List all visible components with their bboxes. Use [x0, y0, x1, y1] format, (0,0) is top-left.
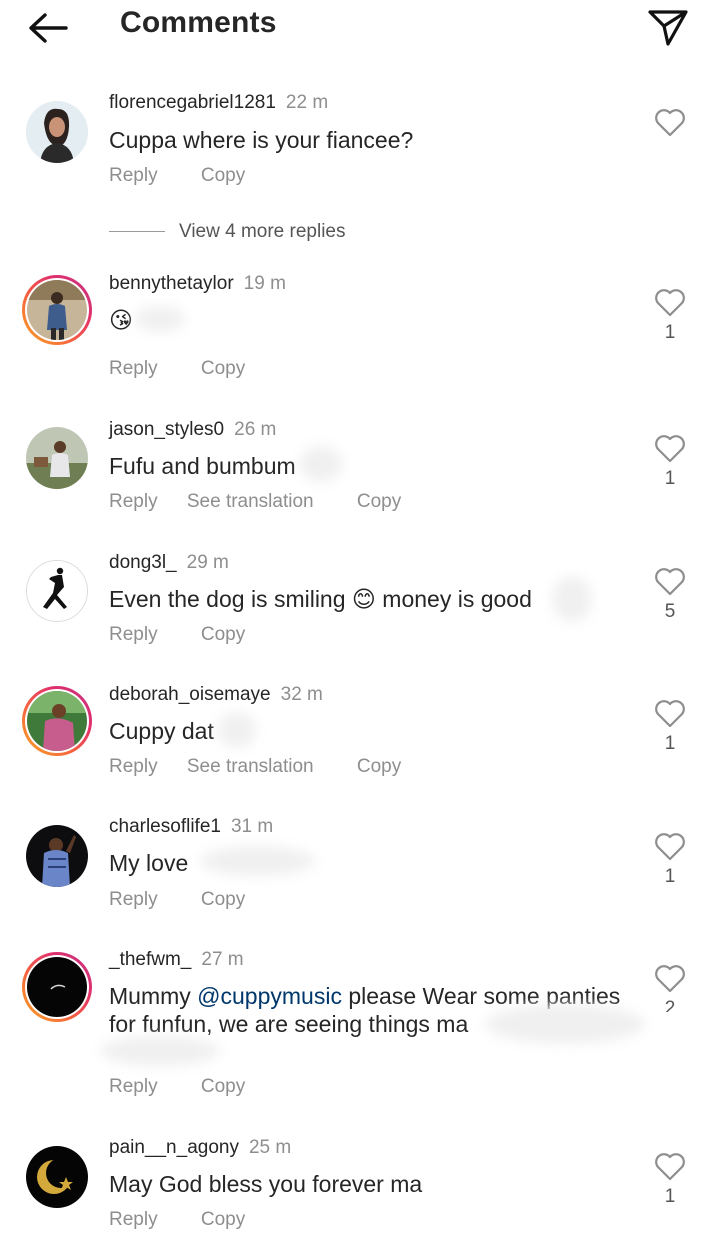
heart-outline-icon[interactable]	[654, 699, 686, 729]
copy-button[interactable]: Copy	[201, 624, 245, 645]
reply-button[interactable]: Reply	[109, 491, 158, 512]
blurred-emoji	[218, 712, 256, 748]
mention-link[interactable]: @cuppymusic	[197, 983, 342, 1009]
reply-button[interactable]: Reply	[109, 756, 158, 777]
comment-text-line2: for funfun, we are seeing things ma	[109, 1011, 469, 1037]
heart-outline-icon[interactable]	[654, 1152, 686, 1182]
comment-time: 31 m	[230, 816, 274, 837]
like-count: 2	[664, 998, 676, 1012]
comment-username[interactable]: bennythetaylor	[109, 273, 234, 294]
reply-button[interactable]: Reply	[109, 1076, 158, 1097]
copy-button[interactable]: Copy	[201, 165, 245, 186]
copy-button[interactable]: Copy	[201, 889, 245, 910]
avatar[interactable]	[26, 427, 88, 489]
avatar-story-ring[interactable]	[22, 952, 92, 1022]
heart-outline-icon[interactable]	[654, 434, 686, 464]
avatar	[27, 691, 87, 751]
blurred-emoji	[200, 846, 315, 876]
comment-username[interactable]: dong3l_	[109, 552, 177, 573]
like-count: 1	[664, 322, 676, 343]
heart-outline-icon[interactable]	[654, 964, 686, 994]
comment-text: May God bless you forever ma	[109, 1171, 423, 1197]
comment-text: My love	[109, 850, 189, 876]
see-translation-button[interactable]: See translation	[187, 491, 314, 512]
like-count: 1	[664, 1186, 676, 1207]
comment-time: 29 m	[186, 552, 229, 573]
comment-time: 32 m	[280, 684, 323, 705]
comment-username[interactable]: florencegabriel1281	[109, 92, 276, 113]
header: Comments	[0, 0, 720, 56]
copy-button[interactable]: Copy	[357, 756, 401, 777]
copy-button[interactable]: Copy	[357, 491, 401, 512]
comment-time: 22 m	[285, 92, 329, 113]
comment-text: Cuppa where is your fiancee?	[109, 127, 414, 153]
blurred-emoji	[135, 306, 185, 332]
like-count: 1	[664, 866, 676, 887]
avatar[interactable]	[26, 1146, 88, 1208]
reply-button[interactable]: Reply	[109, 624, 158, 645]
avatar[interactable]	[26, 560, 88, 622]
reply-button[interactable]: Reply	[109, 358, 158, 379]
view-more-replies-button[interactable]: View 4 more replies	[109, 221, 346, 243]
like-count: 5	[664, 601, 676, 622]
like-count: 1	[664, 468, 676, 489]
avatar[interactable]	[26, 825, 88, 887]
heart-outline-icon[interactable]	[654, 832, 686, 862]
avatar	[27, 280, 87, 340]
copy-button[interactable]: Copy	[201, 1209, 245, 1230]
reply-button[interactable]: Reply	[109, 1209, 158, 1230]
page-title: Comments	[120, 6, 277, 39]
avatar-story-ring[interactable]	[22, 275, 92, 345]
comment-time: 25 m	[248, 1137, 292, 1158]
divider-line	[109, 231, 165, 233]
comment-username[interactable]: deborah_oisemaye	[109, 684, 271, 705]
avatar	[27, 957, 87, 1017]
see-translation-button[interactable]: See translation	[187, 756, 314, 777]
blurred-emoji	[100, 1036, 220, 1066]
comment-username[interactable]: jason_styles0	[109, 419, 224, 440]
smiling-face-emoji: 😊	[351, 586, 376, 612]
reply-button[interactable]: Reply	[109, 165, 158, 186]
comment-time: 26 m	[234, 419, 277, 440]
blurred-emoji	[300, 446, 342, 482]
heart-outline-icon[interactable]	[654, 288, 686, 318]
comment-username[interactable]: _thefwm_	[109, 949, 191, 970]
heart-outline-icon[interactable]	[654, 108, 686, 138]
avatar-story-ring[interactable]	[22, 686, 92, 756]
comment-text: Cuppy dat	[109, 718, 214, 744]
blurred-emoji	[485, 1004, 645, 1044]
heart-outline-icon[interactable]	[654, 567, 686, 597]
comment-text: 😘	[109, 307, 133, 333]
comment-text: Even the dog is smiling 😊 money is good	[109, 586, 532, 612]
comment-text: Fufu and bumbum	[109, 453, 296, 479]
copy-button[interactable]: Copy	[201, 1076, 245, 1097]
copy-button[interactable]: Copy	[201, 358, 245, 379]
comment-time: 27 m	[201, 949, 244, 970]
comment-username[interactable]: charlesoflife1	[109, 816, 221, 837]
comment-username[interactable]: pain__n_agony	[109, 1137, 239, 1158]
comment-time: 19 m	[243, 273, 286, 294]
avatar[interactable]	[26, 101, 88, 163]
like-count: 1	[664, 733, 676, 754]
send-paper-plane-icon[interactable]	[646, 4, 690, 48]
reply-button[interactable]: Reply	[109, 889, 158, 910]
blurred-emoji	[552, 576, 592, 622]
back-arrow-icon[interactable]	[26, 10, 70, 46]
